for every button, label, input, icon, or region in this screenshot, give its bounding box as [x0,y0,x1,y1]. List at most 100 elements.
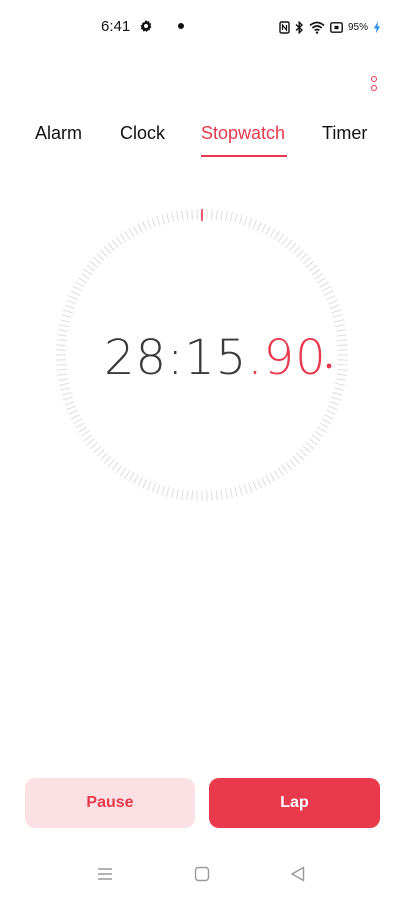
dial-tick [308,438,318,446]
dial-tick [326,409,336,415]
dial-tick [86,438,96,446]
wifi-icon [309,21,325,34]
dial-tick [151,482,156,493]
dial-tick [59,324,70,328]
dial-tick [234,213,238,224]
dial-tick [302,445,311,454]
dial-tick [115,464,123,474]
tab-alarm[interactable]: Alarm [35,123,82,144]
dial-tick [59,382,70,386]
battery-icon [330,21,343,33]
dial-tick [337,363,348,366]
dial-tick [60,387,71,391]
dial-tick [60,319,71,323]
tab-stopwatch[interactable]: Stopwatch [201,123,285,144]
dial-tick [64,401,75,406]
dial-tick [215,209,218,220]
system-nav-bar [0,860,405,892]
dial-tick [176,488,179,499]
dial-tick [93,256,102,265]
dial-tick [137,223,143,233]
dial-tick [337,344,348,347]
dial-tick [124,230,131,240]
dial-tick [265,225,271,236]
battery-percent: 95% [347,21,368,33]
tab-clock[interactable]: Clock [120,123,165,144]
dial-tick [285,461,293,471]
dial-tick [111,239,119,249]
status-time: 6:41 [101,18,131,35]
dial-tick [333,319,344,323]
dial-tick [220,210,223,221]
dial-tick [128,228,135,238]
dial-tick [314,272,324,280]
dial-tick [314,430,324,438]
dial-tick [308,264,318,272]
dial-tick [321,286,332,292]
menu-icon[interactable] [97,866,113,882]
tab-bar: Alarm Clock Stopwatch Timer [0,120,405,160]
dial-tick [72,286,83,292]
dial-tick [191,490,194,501]
dial-tick [234,486,238,497]
dial-tick [166,486,170,497]
dial-tick [337,368,348,371]
dial-tick [225,488,228,499]
dial-tick [317,426,327,433]
bluetooth-icon [295,20,303,34]
tab-timer[interactable]: Timer [322,123,367,144]
dial-tick [248,217,253,228]
lap-button[interactable]: Lap [209,778,380,828]
dial-tick [171,212,175,223]
dial-tick [75,422,85,429]
dial-tick [302,256,311,265]
dial-tick [58,329,69,332]
dial-tick [66,405,77,411]
dial-tick [186,209,189,220]
dial-tick [285,239,293,249]
dial-tick [296,452,304,461]
dial-tick [56,363,67,366]
more-options-button[interactable] [364,72,384,94]
dial-tick [70,290,80,296]
dial-tick [334,382,345,386]
status-icons: 95% [279,17,381,37]
more-options-dot [371,84,377,91]
dial-tick [335,329,346,332]
dial-tick [56,339,67,342]
dial-tick [321,418,332,424]
home-icon[interactable] [194,866,210,882]
dial-tick [103,246,112,255]
dial-tick [332,392,343,396]
dial-tick [156,215,161,226]
dial-tick [332,314,343,318]
dial-tick [181,210,184,221]
dial-tick [68,295,78,301]
dial-tick [317,277,327,284]
dial-tick [336,373,347,376]
back-icon[interactable] [290,866,306,882]
dial-tick [273,470,280,480]
charging-icon [373,21,381,33]
dial-tick [75,281,85,288]
pause-button[interactable]: Pause [25,778,195,828]
dial-tick [100,249,108,258]
dial-tick [319,281,329,288]
dial-tick [86,264,96,272]
dial-tick [305,442,315,450]
dial-tick [61,392,72,396]
dial-tick [77,426,87,433]
status-bar: 6:41 95% [0,0,405,54]
active-tab-indicator [201,155,287,157]
dial-tick [269,472,276,482]
dial-tick [156,484,161,495]
dial-tick [273,230,280,240]
dial-tick [269,228,276,238]
dial-tick [93,445,102,454]
dial-tick [329,304,340,309]
dial-tick [265,474,271,485]
notification-dot-icon [178,23,184,29]
dial-tick [299,449,308,457]
dial-tick [334,324,345,328]
dial-tick [252,480,258,491]
